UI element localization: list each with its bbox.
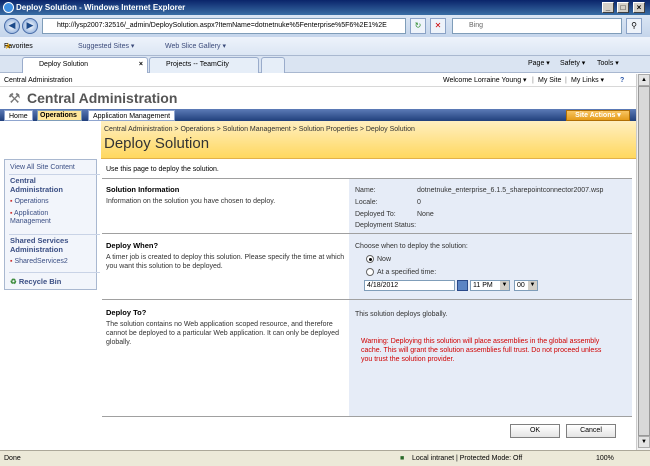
breadcrumb[interactable]: Central Administration > Operations > So… xyxy=(104,126,415,133)
deploy-to-heading: Deploy To? xyxy=(106,308,147,317)
page-title: Deploy Solution xyxy=(104,135,210,152)
zoom-level[interactable]: 100% xyxy=(596,451,614,466)
site-title: Central Administration xyxy=(27,90,178,106)
recycle-bin-icon: ♻ xyxy=(10,277,17,286)
tab-row: Deploy Solution × Projects -- TeamCity P… xyxy=(0,56,650,73)
tab-home[interactable]: Home xyxy=(4,110,33,121)
sharepoint-top-strip: Central Administration Welcome Lorraine … xyxy=(0,74,636,87)
refresh-icon[interactable]: ↻ xyxy=(410,18,426,34)
site-actions-menu[interactable]: Site Actions ▾ xyxy=(566,110,630,121)
deploy-when-desc: A timer job is created to deploy this so… xyxy=(106,254,345,270)
status-bar: Done ■ Local intranet | Protected Mode: … xyxy=(0,450,650,466)
left-navigation: View All Site Content Central Administra… xyxy=(4,159,100,290)
vertical-scrollbar[interactable]: ▲ ▼ xyxy=(636,74,650,450)
tab-application-management[interactable]: Application Management xyxy=(88,110,176,121)
stop-icon[interactable]: ✕ xyxy=(430,18,446,34)
ok-button[interactable]: OK xyxy=(510,424,560,438)
window-title: Deploy Solution - Windows Internet Explo… xyxy=(16,3,186,12)
deployment-status-label: Deployment Status: xyxy=(355,222,417,229)
solution-name-value: dotnetnuke_enterprise_6.1.5_sharepointco… xyxy=(417,187,604,194)
suggested-sites-link[interactable]: Suggested Sites ▾ xyxy=(78,37,134,56)
intranet-icon: ■ xyxy=(400,455,405,462)
help-icon[interactable]: ? xyxy=(620,74,624,87)
admin-tools-icon: ⚒ xyxy=(8,90,21,106)
deploy-to-desc: The solution contains no Web application… xyxy=(106,321,339,346)
search-input[interactable]: Bing xyxy=(452,18,622,34)
ie-icon xyxy=(3,2,14,13)
back-button[interactable]: ◀ xyxy=(4,18,20,34)
warning-text: Warning: Deploying this solution will pl… xyxy=(361,338,602,363)
nav-sharedservices2-link[interactable]: ▪ SharedServices2 xyxy=(10,258,68,266)
recycle-bin-link[interactable]: ♻ Recycle Bin xyxy=(10,277,61,286)
view-all-site-content-link[interactable]: View All Site Content xyxy=(10,164,75,172)
solution-info-desc: Information on the solution you have cho… xyxy=(106,198,276,205)
chevron-down-icon: ▼ xyxy=(500,281,509,290)
scroll-thumb[interactable] xyxy=(638,86,650,436)
cancel-button[interactable]: Cancel xyxy=(566,424,616,438)
deploys-globally-text: This solution deploys globally. xyxy=(355,311,448,318)
status-text: Done xyxy=(4,455,21,462)
scroll-down-icon[interactable]: ▼ xyxy=(638,436,650,448)
tools-menu[interactable]: Tools ▾ xyxy=(597,56,619,72)
address-input[interactable]: http://lysp2007:32516/_admin/DeploySolut… xyxy=(42,18,406,34)
solution-info-heading: Solution Information xyxy=(106,185,180,194)
minimize-button[interactable]: _ xyxy=(602,2,614,13)
calendar-icon[interactable] xyxy=(457,280,468,291)
chevron-down-icon: ▼ xyxy=(528,281,537,290)
tab-projects-teamcity[interactable]: Projects -- TeamCity xyxy=(149,57,259,73)
specified-time-radio[interactable] xyxy=(366,268,374,276)
safety-menu[interactable]: Safety ▾ xyxy=(560,56,585,72)
minute-select[interactable]: 00 ▼ xyxy=(514,280,538,291)
tab-operations[interactable]: Operations xyxy=(37,110,82,121)
locale-value: 0 xyxy=(417,199,421,206)
forward-button[interactable]: ▶ xyxy=(22,18,38,34)
hour-select[interactable]: 11 PM ▼ xyxy=(470,280,510,291)
new-tab-button[interactable] xyxy=(261,57,285,73)
close-window-button[interactable]: × xyxy=(633,2,645,13)
intro-text: Use this page to deploy the solution. xyxy=(106,166,219,173)
navigation-bar: ◀ ▶ http://lysp2007:32516/_admin/DeployS… xyxy=(0,15,650,37)
nav-central-admin-header[interactable]: Central Administration xyxy=(10,176,90,194)
favorites-bar: ★ Favorites Suggested Sites ▾ Web Slice … xyxy=(0,37,650,56)
scroll-up-icon[interactable]: ▲ xyxy=(638,74,650,86)
page-menu[interactable]: Page ▾ xyxy=(528,56,550,72)
deployed-to-value: None xyxy=(417,211,434,218)
top-central-admin-link[interactable]: Central Administration xyxy=(4,74,72,87)
nav-application-management-link[interactable]: ▪ Application Management xyxy=(10,210,90,226)
web-slice-gallery-link[interactable]: Web Slice Gallery ▾ xyxy=(165,37,226,56)
search-icon[interactable]: ⚲ xyxy=(626,18,642,34)
now-radio[interactable] xyxy=(366,255,374,263)
my-site-link[interactable]: My Site xyxy=(538,74,561,87)
nav-operations-link[interactable]: ▪ Operations xyxy=(10,198,49,206)
close-tab-icon[interactable]: × xyxy=(139,58,143,72)
sharepoint-tabs: Home Operations Application Management S… xyxy=(0,109,636,121)
deploy-when-prompt: Choose when to deploy the solution: xyxy=(355,243,468,250)
window-title-bar: Deploy Solution - Windows Internet Explo… xyxy=(0,0,650,15)
security-zone: Local intranet | Protected Mode: Off xyxy=(412,455,523,462)
welcome-menu[interactable]: Welcome Lorraine Young ▾ xyxy=(443,74,527,87)
date-input[interactable]: 4/18/2012 xyxy=(364,280,455,291)
my-links-menu[interactable]: My Links ▾ xyxy=(571,74,604,87)
nav-ssp-header[interactable]: Shared Services Administration xyxy=(10,236,98,254)
maximize-button[interactable]: □ xyxy=(617,2,629,13)
deploy-when-heading: Deploy When? xyxy=(106,241,159,250)
tab-deploy-solution[interactable]: Deploy Solution × xyxy=(22,57,148,73)
